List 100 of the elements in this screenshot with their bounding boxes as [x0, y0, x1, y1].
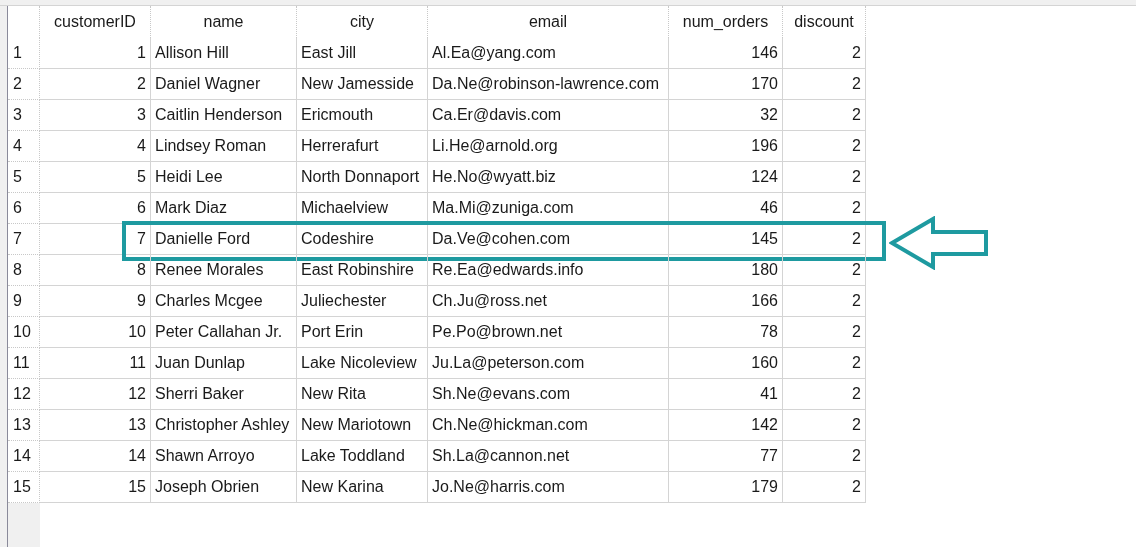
table-cell: 7 [40, 224, 151, 255]
table-cell: Sh.La@cannon.net [428, 441, 669, 472]
row-number: 7 [8, 224, 40, 255]
table-cell: Port Erin [297, 317, 428, 348]
table-cell: 11 [40, 348, 151, 379]
table-cell: New Mariotown [297, 410, 428, 441]
table-cell: Lake Nicoleview [297, 348, 428, 379]
table-cell: 160 [669, 348, 783, 379]
table-cell: 4 [40, 131, 151, 162]
table-cell: 6 [40, 193, 151, 224]
table-cell: 180 [669, 255, 783, 286]
row-number: 4 [8, 131, 40, 162]
table-cell: Michaelview [297, 193, 428, 224]
table-cell: 10 [40, 317, 151, 348]
row-number: 13 [8, 410, 40, 441]
table-cell: Joseph Obrien [151, 472, 297, 503]
table-cell: 2 [783, 131, 866, 162]
table-cell: 1 [40, 38, 151, 69]
table-cell: Ch.Ju@ross.net [428, 286, 669, 317]
table-cell: Allison Hill [151, 38, 297, 69]
table-cell: 41 [669, 379, 783, 410]
table-cell: 5 [40, 162, 151, 193]
table-cell: Renee Morales [151, 255, 297, 286]
table-cell: 14 [40, 441, 151, 472]
table-cell: 124 [669, 162, 783, 193]
table-cell: 2 [783, 162, 866, 193]
row-number: 15 [8, 472, 40, 503]
table-cell: Ju.La@peterson.com [428, 348, 669, 379]
table-cell: Danielle Ford [151, 224, 297, 255]
table-cell: 15 [40, 472, 151, 503]
table-cell: 78 [669, 317, 783, 348]
row-number: 2 [8, 69, 40, 100]
table-cell: East Jill [297, 38, 428, 69]
table-cell: 170 [669, 69, 783, 100]
table-cell: Heidi Lee [151, 162, 297, 193]
table-cell: 2 [40, 69, 151, 100]
table-cell: East Robinshire [297, 255, 428, 286]
table-cell: 8 [40, 255, 151, 286]
table-cell: Christopher Ashley [151, 410, 297, 441]
row-number: 1 [8, 38, 40, 69]
table-cell: Jo.Ne@harris.com [428, 472, 669, 503]
table-cell: Da.Ve@cohen.com [428, 224, 669, 255]
table-cell: 146 [669, 38, 783, 69]
table-cell: Ch.Ne@hickman.com [428, 410, 669, 441]
table-cell: Da.Ne@robinson-lawrence.com [428, 69, 669, 100]
table-cell: North Donnaport [297, 162, 428, 193]
row-number: 14 [8, 441, 40, 472]
table-cell: 2 [783, 69, 866, 100]
table-cell: 2 [783, 224, 866, 255]
row-number: 3 [8, 100, 40, 131]
row-number: 12 [8, 379, 40, 410]
table-cell: Re.Ea@edwards.info [428, 255, 669, 286]
table-cell: Mark Diaz [151, 193, 297, 224]
table-cell: Juan Dunlap [151, 348, 297, 379]
table-cell: He.No@wyatt.biz [428, 162, 669, 193]
arrow-icon [889, 216, 989, 270]
table-cell: Shawn Arroyo [151, 441, 297, 472]
table-cell: 2 [783, 193, 866, 224]
table-cell: 2 [783, 286, 866, 317]
table-cell: New Karina [297, 472, 428, 503]
table-cell: 2 [783, 410, 866, 441]
table-cell: 46 [669, 193, 783, 224]
row-number: 9 [8, 286, 40, 317]
table-cell: Pe.Po@brown.net [428, 317, 669, 348]
table-cell: Codeshire [297, 224, 428, 255]
row-number: 8 [8, 255, 40, 286]
table-cell: Ca.Er@davis.com [428, 100, 669, 131]
row-number: 6 [8, 193, 40, 224]
table-cell: Lindsey Roman [151, 131, 297, 162]
table-cell: Daniel Wagner [151, 69, 297, 100]
row-number: 10 [8, 317, 40, 348]
table-cell: 145 [669, 224, 783, 255]
table-cell: 166 [669, 286, 783, 317]
table-cell: 196 [669, 131, 783, 162]
table-cell: 2 [783, 348, 866, 379]
table-cell: 2 [783, 317, 866, 348]
table-cell: Sherri Baker [151, 379, 297, 410]
row-number: 11 [8, 348, 40, 379]
table-cell: 2 [783, 472, 866, 503]
table-cell: 77 [669, 441, 783, 472]
table-cell: Sh.Ne@evans.com [428, 379, 669, 410]
table-cell: 2 [783, 100, 866, 131]
row-header-filler [8, 503, 40, 547]
table-cell: 2 [783, 255, 866, 286]
table-cell: Lake Toddland [297, 441, 428, 472]
table-cell: Herrerafurt [297, 131, 428, 162]
table-cell: 12 [40, 379, 151, 410]
table-cell: Peter Callahan Jr. [151, 317, 297, 348]
row-number: 5 [8, 162, 40, 193]
table-cell: 142 [669, 410, 783, 441]
table-cell: Caitlin Henderson [151, 100, 297, 131]
table-cell: 2 [783, 38, 866, 69]
table-cell: Charles Mcgee [151, 286, 297, 317]
table-cell: 13 [40, 410, 151, 441]
table-cell: New Jamesside [297, 69, 428, 100]
table-cell: 3 [40, 100, 151, 131]
table-cell: 2 [783, 441, 866, 472]
table-cell: Ericmouth [297, 100, 428, 131]
table-cell: 32 [669, 100, 783, 131]
table-cell: Li.He@arnold.org [428, 131, 669, 162]
